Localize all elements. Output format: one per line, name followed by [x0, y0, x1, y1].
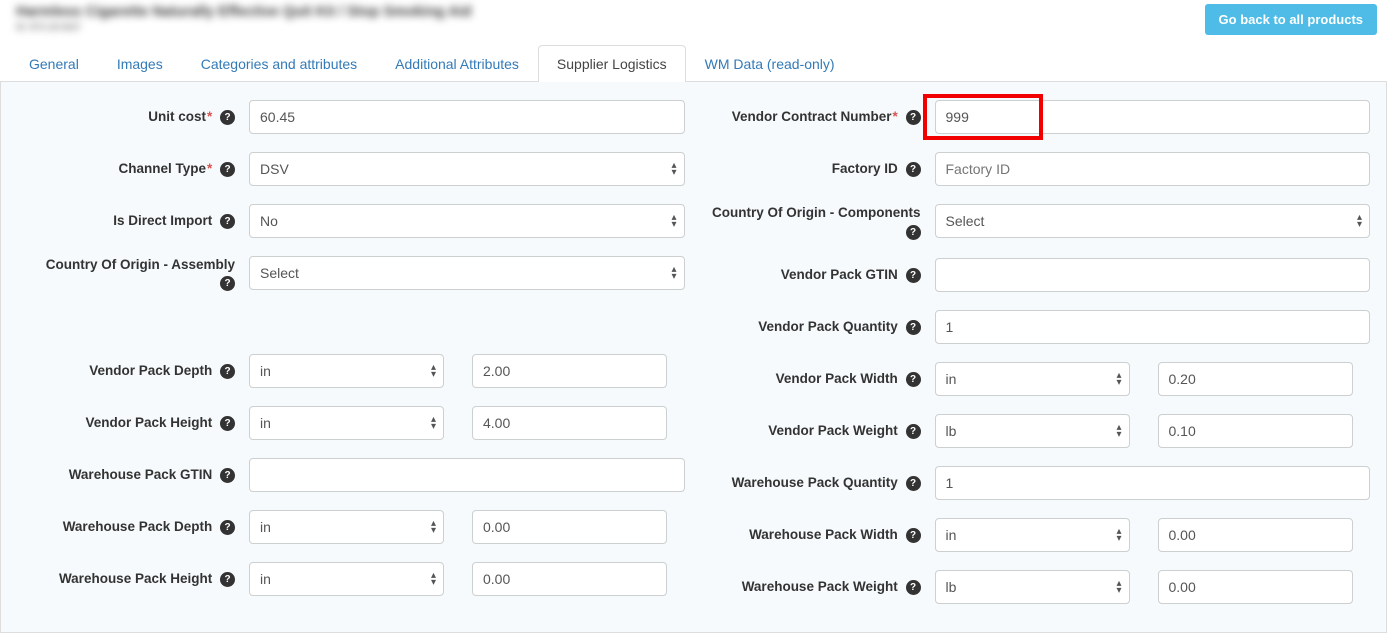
help-icon[interactable]: ?	[220, 572, 235, 587]
vendor-pack-height-unit-select[interactable]: in	[249, 406, 444, 440]
warehouse-pack-height-unit-select[interactable]: in	[249, 562, 444, 596]
help-icon[interactable]: ?	[906, 580, 921, 595]
is-direct-import-label: Is Direct Import ?	[13, 212, 241, 230]
vendor-pack-width-label: Vendor Pack Width ?	[699, 370, 927, 388]
coo-components-select[interactable]: Select	[935, 204, 1371, 238]
vendor-pack-qty-input[interactable]	[935, 310, 1371, 344]
channel-type-label: Channel Type* ?	[13, 160, 241, 178]
vendor-pack-width-unit-select[interactable]: in	[935, 362, 1130, 396]
warehouse-pack-depth-unit-select[interactable]: in	[249, 510, 444, 544]
vendor-pack-height-input[interactable]	[472, 406, 667, 440]
coo-assembly-select[interactable]: Select	[249, 256, 685, 290]
warehouse-pack-qty-input[interactable]	[935, 466, 1371, 500]
vendor-pack-weight-unit-select[interactable]: lb	[935, 414, 1130, 448]
warehouse-pack-weight-unit-select[interactable]: lb	[935, 570, 1130, 604]
warehouse-pack-height-label: Warehouse Pack Height ?	[13, 570, 241, 588]
warehouse-pack-qty-label: Warehouse Pack Quantity ?	[699, 474, 927, 492]
vendor-pack-weight-input[interactable]	[1158, 414, 1353, 448]
unit-cost-label: Unit cost* ?	[13, 108, 241, 126]
product-header-blurred: Harmless Cigarette Naturally Effective Q…	[16, 4, 472, 32]
vendor-pack-depth-input[interactable]	[472, 354, 667, 388]
vendor-pack-gtin-input[interactable]	[935, 258, 1371, 292]
vendor-contract-number-label: Vendor Contract Number* ?	[699, 108, 927, 126]
channel-type-select[interactable]: DSV	[249, 152, 685, 186]
help-icon[interactable]: ?	[906, 424, 921, 439]
warehouse-pack-height-input[interactable]	[472, 562, 667, 596]
help-icon[interactable]: ?	[220, 276, 235, 291]
help-icon[interactable]: ?	[906, 268, 921, 283]
tab-wmdata[interactable]: WM Data (read-only)	[686, 45, 854, 82]
factory-id-label: Factory ID ?	[699, 160, 927, 178]
vendor-pack-height-label: Vendor Pack Height ?	[13, 414, 241, 432]
factory-id-input[interactable]	[935, 152, 1371, 186]
help-icon[interactable]: ?	[906, 320, 921, 335]
warehouse-pack-weight-label: Warehouse Pack Weight ?	[699, 578, 927, 596]
warehouse-pack-depth-input[interactable]	[472, 510, 667, 544]
warehouse-pack-width-input[interactable]	[1158, 518, 1353, 552]
is-direct-import-select[interactable]: No	[249, 204, 685, 238]
vendor-pack-depth-label: Vendor Pack Depth ?	[13, 362, 241, 380]
help-icon[interactable]: ?	[220, 520, 235, 535]
help-icon[interactable]: ?	[906, 162, 921, 177]
coo-components-label: Country Of Origin - Components?	[699, 204, 927, 240]
tab-general[interactable]: General	[10, 45, 98, 82]
warehouse-pack-width-label: Warehouse Pack Width ?	[699, 526, 927, 544]
warehouse-pack-gtin-input[interactable]	[249, 458, 685, 492]
vendor-pack-weight-label: Vendor Pack Weight ?	[699, 422, 927, 440]
warehouse-pack-width-unit-select[interactable]: in	[935, 518, 1130, 552]
vendor-pack-depth-unit-select[interactable]: in	[249, 354, 444, 388]
back-to-products-button[interactable]: Go back to all products	[1205, 4, 1377, 35]
tabs-nav: General Images Categories and attributes…	[0, 45, 1387, 82]
product-title: Harmless Cigarette Naturally Effective Q…	[16, 4, 472, 20]
vendor-contract-number-input[interactable]	[935, 100, 1371, 134]
help-icon[interactable]: ?	[220, 364, 235, 379]
help-icon[interactable]: ?	[220, 162, 235, 177]
supplier-logistics-form: Unit cost* ? Channel Type* ? DSV ▴▾ Is D…	[0, 82, 1387, 633]
vendor-pack-gtin-label: Vendor Pack GTIN ?	[699, 266, 927, 284]
help-icon[interactable]: ?	[220, 110, 235, 125]
tab-supplier-logistics[interactable]: Supplier Logistics	[538, 45, 686, 82]
tab-categories[interactable]: Categories and attributes	[182, 45, 376, 82]
warehouse-pack-gtin-label: Warehouse Pack GTIN ?	[13, 466, 241, 484]
unit-cost-input[interactable]	[249, 100, 685, 134]
product-subtitle: ID: 873-18-0637	[16, 22, 472, 32]
vendor-pack-width-input[interactable]	[1158, 362, 1353, 396]
help-icon[interactable]: ?	[220, 416, 235, 431]
help-icon[interactable]: ?	[906, 372, 921, 387]
tab-additional[interactable]: Additional Attributes	[376, 45, 538, 82]
help-icon[interactable]: ?	[220, 214, 235, 229]
help-icon[interactable]: ?	[906, 476, 921, 491]
right-column: Vendor Contract Number* ? Factory ID ? C…	[699, 100, 1375, 622]
help-icon[interactable]: ?	[220, 468, 235, 483]
warehouse-pack-depth-label: Warehouse Pack Depth ?	[13, 518, 241, 536]
tab-images[interactable]: Images	[98, 45, 182, 82]
coo-assembly-label: Country Of Origin - Assembly?	[13, 256, 241, 292]
help-icon[interactable]: ?	[906, 110, 921, 125]
help-icon[interactable]: ?	[906, 225, 921, 240]
help-icon[interactable]: ?	[906, 528, 921, 543]
vendor-pack-qty-label: Vendor Pack Quantity ?	[699, 318, 927, 336]
left-column: Unit cost* ? Channel Type* ? DSV ▴▾ Is D…	[13, 100, 689, 622]
warehouse-pack-weight-input[interactable]	[1158, 570, 1353, 604]
